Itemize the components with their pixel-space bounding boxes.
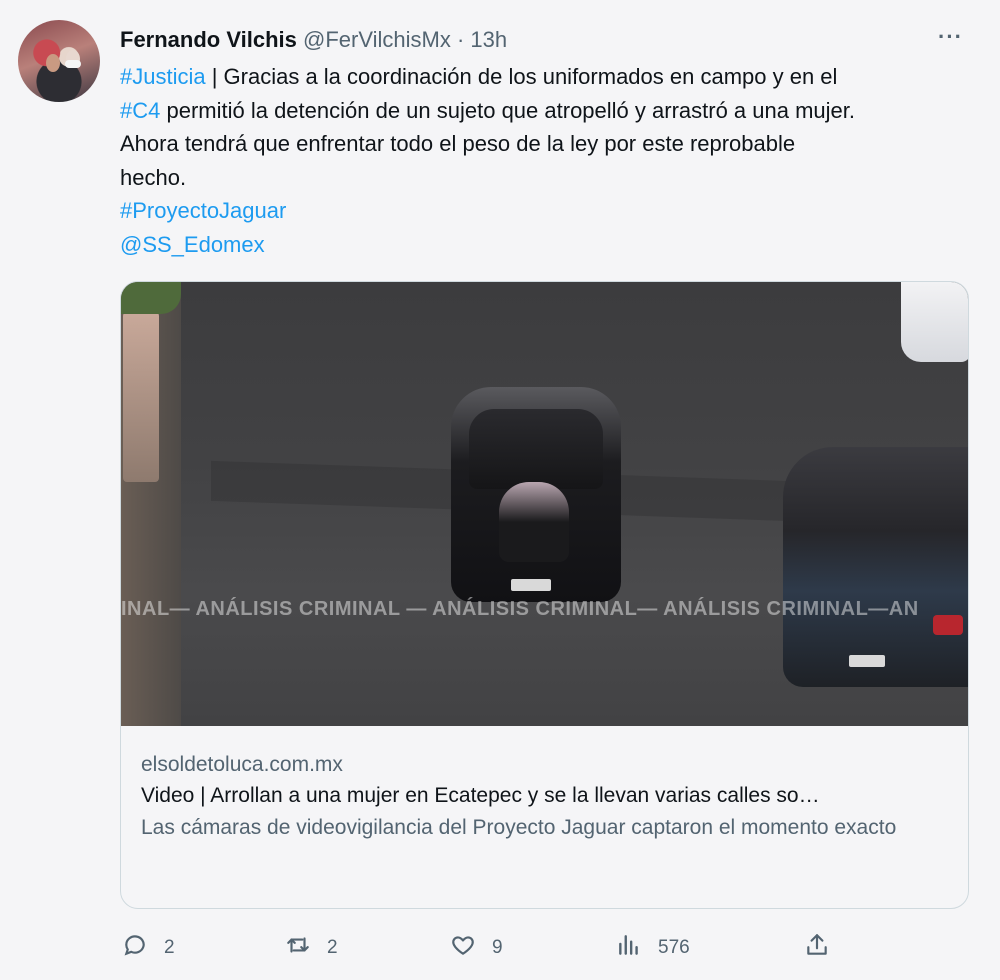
bush	[121, 282, 181, 314]
tweet-header: Fernando Vilchis @FerVilchisMx · 13h	[120, 26, 507, 54]
views-count: 576	[658, 937, 690, 958]
tweet-line: #C4 permitió la detención de un sujeto q…	[120, 94, 980, 128]
more-horizontal-icon[interactable]: ···	[938, 24, 963, 50]
dark-car	[783, 447, 968, 687]
views-icon	[616, 932, 642, 964]
tweet-line: #Justicia | Gracias a la coordinación de…	[120, 60, 980, 94]
person-on-hood	[499, 482, 569, 562]
tweet-text: #Justicia | Gracias a la coordinación de…	[120, 60, 980, 261]
tweet-line: hecho.	[120, 164, 187, 190]
reply-count: 2	[164, 937, 175, 958]
tweet-line: Ahora tendrá que enfrentar todo el peso …	[120, 131, 796, 156]
reply-button[interactable]: 2	[122, 928, 175, 968]
like-button[interactable]: 9	[450, 928, 503, 968]
card-image[interactable]: INAL— ANÁLISIS CRIMINAL — ANÁLISIS CRIMI…	[121, 282, 968, 726]
views-button[interactable]: 576	[616, 928, 690, 968]
retweet-icon	[285, 932, 311, 964]
share-icon	[804, 932, 830, 964]
mention-ss-edomex[interactable]: @SS_Edomex	[120, 228, 980, 262]
watermark: INAL— ANÁLISIS CRIMINAL — ANÁLISIS CRIMI…	[121, 598, 919, 620]
author-handle[interactable]: @FerVilchisMx	[303, 27, 451, 52]
avatar[interactable]	[18, 20, 100, 102]
black-car	[441, 387, 631, 607]
reply-icon	[122, 932, 148, 964]
license-plate	[511, 579, 551, 591]
like-count: 9	[492, 937, 503, 958]
car-windshield	[469, 409, 603, 489]
card-domain: elsoldetoluca.com.mx	[141, 753, 343, 776]
tweet-text-segment: | Gracias a la coordinación de los unifo…	[205, 64, 838, 89]
tree-trunk	[123, 312, 159, 482]
share-button[interactable]	[804, 928, 830, 968]
heart-icon	[450, 932, 476, 964]
tweet-time[interactable]: 13h	[470, 27, 507, 52]
retweet-button[interactable]: 2	[285, 928, 338, 968]
card-meta: elsoldetoluca.com.mx Video | Arrollan a …	[121, 726, 968, 844]
link-card[interactable]: INAL— ANÁLISIS CRIMINAL — ANÁLISIS CRIMI…	[120, 281, 969, 909]
tweet-text-segment: permitió la detención de un sujeto que a…	[160, 97, 855, 123]
author-name[interactable]: Fernando Vilchis	[120, 27, 297, 52]
separator-dot: ·	[456, 27, 465, 52]
card-description: Las cámaras de videovigilancia del Proye…	[141, 816, 897, 839]
license-plate	[849, 655, 885, 667]
white-car	[901, 282, 968, 362]
hashtag-justicia[interactable]: #Justicia	[120, 64, 206, 89]
hashtag-c4[interactable]: #C4	[120, 98, 160, 123]
avatar-mask	[65, 60, 81, 68]
card-title: Video | Arrollan a una mujer en Ecatepec…	[141, 784, 820, 807]
action-bar: 2 2 9 576	[118, 928, 878, 968]
hashtag-proyectojaguar[interactable]: #ProyectoJaguar	[120, 194, 980, 228]
retweet-count: 2	[327, 937, 338, 958]
avatar-face	[46, 54, 60, 72]
